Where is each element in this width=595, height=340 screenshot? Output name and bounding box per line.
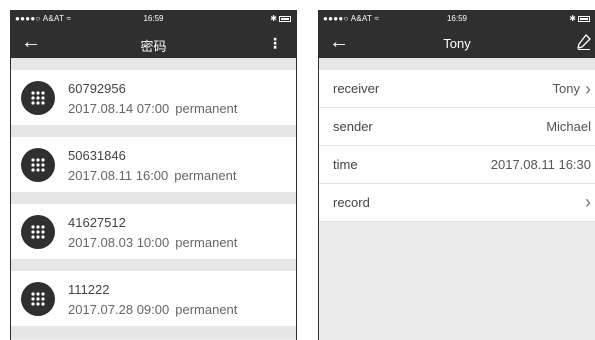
- page-title: Tony: [443, 36, 471, 51]
- status-time: 16:59: [143, 14, 164, 23]
- password-list-screen: ●●●●○ A&AT ≈ 16:59 ✱ ← 密码 ⋮ 60792956 201…: [10, 10, 297, 340]
- time-row: time 2017.08.11 16:30: [319, 146, 595, 184]
- time-value: 2017.08.11 16:30: [490, 157, 591, 172]
- bluetooth-icon: ✱: [569, 14, 576, 23]
- list-item[interactable]: 50631846 2017.08.11 16:00 permanent: [11, 137, 296, 192]
- keypad-icon: [21, 215, 55, 249]
- list-item[interactable]: 41627512 2017.08.03 10:00 permanent: [11, 204, 296, 259]
- keypad-icon: [21, 148, 55, 182]
- divider: [11, 192, 296, 204]
- password-detail-screen: ●●●●○ A&AT ≈ 16:59 ✱ ← Tony receiver Ton…: [318, 10, 595, 340]
- password-meta: 2017.08.03 10:00 permanent: [68, 235, 238, 250]
- password-meta: 2017.08.14 07:00 permanent: [68, 101, 238, 116]
- password-code: 60792956: [68, 81, 126, 96]
- password-code: 41627512: [68, 215, 126, 230]
- receiver-label: receiver: [333, 81, 380, 96]
- spacer: [11, 58, 296, 70]
- battery-icon: ✱: [270, 14, 291, 23]
- divider: [11, 326, 296, 338]
- keypad-icon: [21, 81, 55, 115]
- password-code: 50631846: [68, 148, 126, 163]
- chevron-right-icon[interactable]: ›: [585, 193, 591, 211]
- password-meta: 2017.07.28 09:00 permanent: [68, 302, 238, 317]
- bluetooth-icon: ✱: [270, 14, 277, 23]
- detail-list: receiver Tony › sender Michael time 2017.…: [319, 70, 595, 222]
- chevron-right-icon[interactable]: ›: [585, 80, 591, 98]
- nav-bar: ← Tony: [319, 28, 595, 58]
- sender-row: sender Michael: [319, 108, 595, 146]
- list-item[interactable]: 60792956 2017.08.14 07:00 permanent: [11, 70, 296, 125]
- pencil-icon[interactable]: [577, 34, 591, 55]
- nav-bar: ← 密码 ⋮: [11, 28, 296, 58]
- battery-icon: ✱: [569, 14, 590, 23]
- page-title: 密码: [140, 39, 167, 54]
- sender-value: Michael: [546, 119, 591, 134]
- list-item[interactable]: 111222 2017.07.28 09:00 permanent: [11, 271, 296, 326]
- time-label: time: [333, 157, 358, 172]
- receiver-value: Tony: [552, 81, 580, 96]
- status-time: 16:59: [446, 14, 468, 23]
- password-meta: 2017.08.11 16:00 permanent: [68, 168, 237, 183]
- sender-label: sender: [333, 119, 373, 134]
- status-bar: ●●●●○ A&AT ≈ 16:59 ✱: [319, 10, 595, 28]
- divider: [11, 259, 296, 271]
- password-code: 111222: [68, 282, 110, 297]
- divider: [11, 125, 296, 137]
- keypad-icon: [21, 282, 55, 316]
- spacer: [319, 58, 595, 70]
- status-bar: ●●●●○ A&AT ≈ 16:59 ✱: [11, 10, 296, 28]
- receiver-row[interactable]: receiver Tony ›: [319, 70, 595, 108]
- record-label: record: [333, 195, 370, 210]
- record-row[interactable]: record ›: [319, 184, 595, 222]
- more-menu-icon[interactable]: ⋮: [268, 36, 282, 50]
